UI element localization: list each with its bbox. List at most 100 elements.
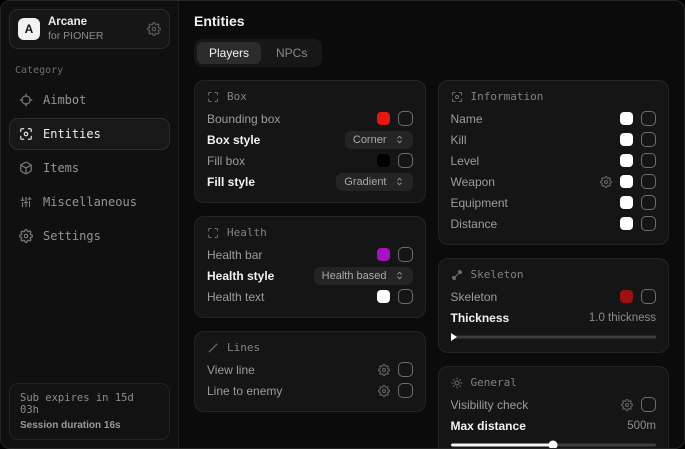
checkbox[interactable] (641, 153, 656, 168)
fill-style-select[interactable]: Gradient (336, 173, 412, 191)
checkbox[interactable] (398, 289, 413, 304)
checkbox[interactable] (398, 362, 413, 377)
card-title: General (471, 376, 517, 389)
session-duration-text: Session duration 16s (20, 420, 159, 431)
color-swatch[interactable] (620, 154, 633, 167)
sun-icon (451, 377, 463, 389)
sidebar-item-aimbot[interactable]: Aimbot (9, 84, 170, 116)
color-swatch[interactable] (620, 217, 633, 230)
sidebar-item-label: Aimbot (43, 93, 86, 107)
brand-logo: A (18, 18, 40, 40)
color-swatch[interactable] (620, 290, 633, 303)
crosshair-icon (19, 93, 33, 107)
color-swatch[interactable] (377, 154, 390, 167)
setting-label: Line to enemy (207, 384, 282, 398)
distance-row: Distance (451, 213, 657, 234)
color-swatch[interactable] (620, 133, 633, 146)
max-distance-value: 500m (627, 420, 656, 432)
corner-brackets-icon (207, 227, 219, 239)
thickness-row: Thickness 1.0 thickness (451, 307, 657, 328)
color-swatch[interactable] (377, 248, 390, 261)
health-card: Health Health bar Health style Health ba… (194, 216, 426, 318)
card-title: Box (227, 90, 247, 103)
color-swatch[interactable] (377, 290, 390, 303)
setting-label: Fill box (207, 154, 245, 168)
checkbox[interactable] (398, 383, 413, 398)
card-title: Information (471, 90, 544, 103)
color-swatch[interactable] (377, 112, 390, 125)
main-panel: Entities Players NPCs Box Bounding box (179, 1, 684, 448)
setting-label: Health text (207, 290, 264, 304)
sidebar-item-label: Miscellaneous (43, 195, 137, 209)
sidebar-item-label: Items (43, 161, 79, 175)
brand-card: A Arcane for PIONER (9, 9, 170, 49)
bone-icon (451, 269, 463, 281)
checkbox[interactable] (398, 153, 413, 168)
card-title: Skeleton (471, 268, 524, 281)
checkbox[interactable] (641, 132, 656, 147)
color-swatch[interactable] (620, 196, 633, 209)
card-title: Health (227, 226, 267, 239)
sidebar-item-label: Entities (43, 127, 101, 141)
setting-label: Distance (451, 217, 498, 231)
health-bar-row: Health bar (207, 244, 413, 265)
checkbox[interactable] (398, 247, 413, 262)
skeleton-row: Skeleton (451, 286, 657, 307)
category-nav: Aimbot Entities Items Miscellaneous Sett… (9, 84, 170, 252)
setting-label: Fill style (207, 175, 255, 189)
color-swatch[interactable] (620, 112, 633, 125)
slider-thumb[interactable] (451, 333, 457, 341)
slider-thumb[interactable] (549, 441, 558, 449)
health-style-row: Health style Health based (207, 265, 413, 286)
sidebar-item-items[interactable]: Items (9, 152, 170, 184)
color-swatch[interactable] (620, 175, 633, 188)
lines-card: Lines View line Line to enemy (194, 331, 426, 412)
setting-label: Name (451, 112, 483, 126)
chevron-up-down-icon (394, 270, 405, 281)
gear-icon[interactable] (600, 176, 612, 188)
information-card: Information Name Kill (438, 80, 670, 245)
sidebar-item-settings[interactable]: Settings (9, 220, 170, 252)
setting-label: Health style (207, 269, 274, 283)
sidebar: A Arcane for PIONER Category Aimbot Enti… (1, 1, 179, 448)
line-icon (207, 342, 219, 354)
box-style-row: Box style Corner (207, 129, 413, 150)
equipment-row: Equipment (451, 192, 657, 213)
max-distance-slider[interactable] (451, 440, 657, 448)
fill-style-row: Fill style Gradient (207, 171, 413, 192)
setting-label: Level (451, 154, 480, 168)
box-style-select[interactable]: Corner (345, 131, 413, 149)
sliders-icon (19, 195, 33, 209)
gear-icon[interactable] (378, 364, 390, 376)
checkbox[interactable] (641, 174, 656, 189)
checkbox[interactable] (641, 289, 656, 304)
health-style-select[interactable]: Health based (314, 267, 413, 285)
name-row: Name (451, 108, 657, 129)
setting-label: Thickness (451, 311, 510, 325)
setting-label: Visibility check (451, 398, 529, 412)
tab-players[interactable]: Players (197, 42, 261, 64)
thickness-slider[interactable] (451, 332, 657, 342)
brand-name: Arcane (48, 16, 139, 30)
gear-icon[interactable] (378, 385, 390, 397)
bounding-box-row: Bounding box (207, 108, 413, 129)
select-value: Gradient (344, 176, 386, 188)
gear-icon[interactable] (147, 22, 161, 36)
tab-npcs[interactable]: NPCs (264, 42, 319, 64)
setting-label: Equipment (451, 196, 508, 210)
weapon-row: Weapon (451, 171, 657, 192)
sidebar-item-entities[interactable]: Entities (9, 118, 170, 150)
checkbox[interactable] (641, 195, 656, 210)
checkbox[interactable] (641, 397, 656, 412)
general-card: General Visibility check Max distance 50… (438, 366, 670, 448)
checkbox[interactable] (398, 111, 413, 126)
scan-icon (451, 91, 463, 103)
sidebar-item-label: Settings (43, 229, 101, 243)
gear-icon[interactable] (621, 399, 633, 411)
checkbox[interactable] (641, 111, 656, 126)
sidebar-item-miscellaneous[interactable]: Miscellaneous (9, 186, 170, 218)
view-line-row: View line (207, 359, 413, 380)
category-label: Category (15, 65, 164, 76)
setting-label: View line (207, 363, 255, 377)
checkbox[interactable] (641, 216, 656, 231)
